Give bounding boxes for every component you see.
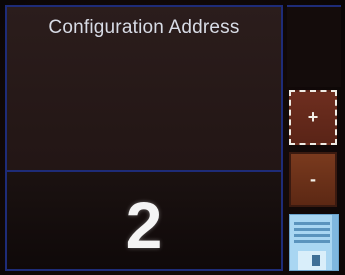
decrement-button[interactable]: - xyxy=(289,152,337,207)
value-display: 2 xyxy=(7,172,281,269)
floppy-disk-icon xyxy=(290,215,338,270)
screen: Configuration Address 2 + - xyxy=(0,0,345,275)
config-panel: Configuration Address 2 xyxy=(5,5,283,271)
save-button[interactable] xyxy=(289,214,339,271)
address-value: 2 xyxy=(125,188,163,262)
increment-button[interactable]: + xyxy=(289,90,337,145)
side-spacer xyxy=(287,5,341,87)
page-title: Configuration Address xyxy=(48,17,240,38)
